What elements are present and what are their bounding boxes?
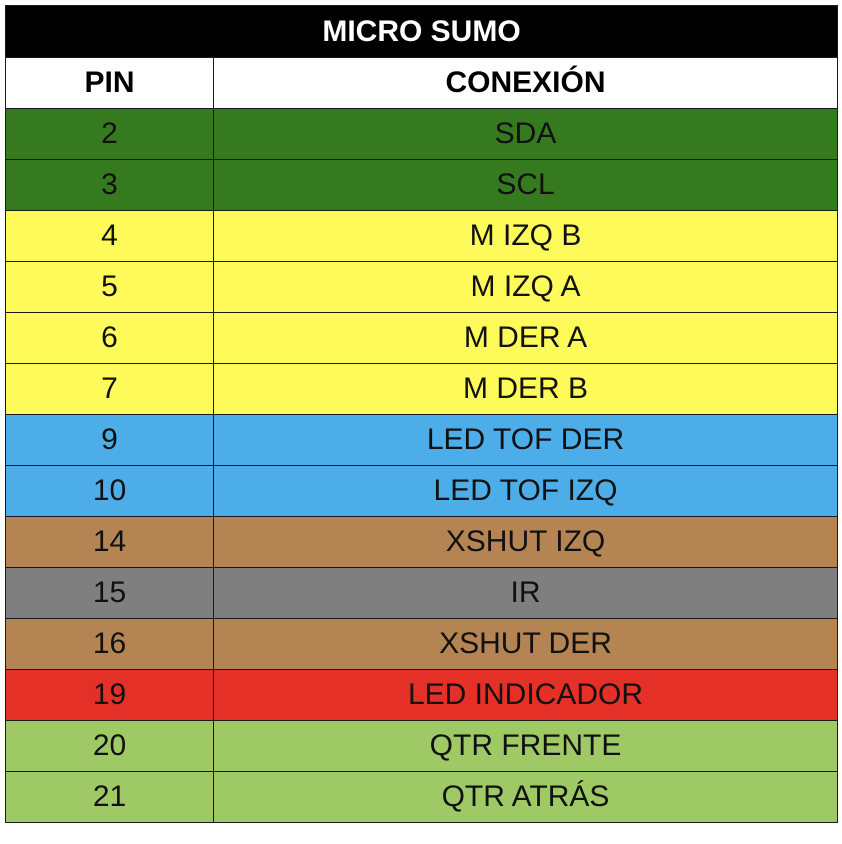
table-row: 3 SCL (5, 159, 839, 211)
pin-cell[interactable]: 6 (5, 312, 214, 364)
pin-cell[interactable]: 4 (5, 210, 214, 262)
connection-cell[interactable]: LED INDICADOR (212, 669, 839, 721)
connection-cell[interactable]: IR (212, 567, 839, 619)
connection-cell[interactable]: M DER B (212, 363, 839, 415)
connection-cell[interactable]: SDA (212, 108, 839, 160)
pin-cell[interactable]: 2 (5, 108, 214, 160)
table-row: 4M IZQ B (5, 210, 839, 262)
connection-cell[interactable]: XSHUT DER (212, 618, 839, 670)
table-row: 15 IR (5, 567, 839, 619)
pin-cell[interactable]: 7 (5, 363, 214, 415)
pin-cell[interactable]: 15 (5, 567, 214, 619)
pin-cell[interactable]: 19 (5, 669, 214, 721)
table-row: 20 QTR FRENTE (5, 720, 839, 772)
pin-cell[interactable]: 3 (5, 159, 214, 211)
connection-cell[interactable]: LED TOF DER (212, 414, 839, 466)
pin-cell[interactable]: 10 (5, 465, 214, 517)
connection-cell[interactable]: QTR FRENTE (212, 720, 839, 772)
pin-cell[interactable]: 21 (5, 771, 214, 823)
connection-cell[interactable]: M IZQ B (212, 210, 839, 262)
table-row: 10 LED TOF IZQ (5, 465, 839, 517)
connection-cell[interactable]: LED TOF IZQ (212, 465, 839, 517)
pin-connection-table: MICRO SUMO PIN CONEXIÓN 2 SDA 3 SCL 4 M IZQ B… (4, 5, 839, 823)
header-row: PIN CONEXIÓN (5, 57, 839, 109)
table-body: MICRO SUMO PIN CONEXIÓN 2 SDA 3 SCL 4 M IZQ B… (4, 5, 839, 823)
table-row: 21 QTR ATRÁS (5, 771, 839, 823)
header-pin[interactable]: PIN (5, 57, 214, 109)
connection-cell[interactable]: SCL (212, 159, 839, 211)
table-row: 2 SDA (5, 108, 839, 160)
table-row: 5M IZQ A (5, 261, 839, 313)
title-row: MICRO SUMO (4, 5, 839, 58)
connection-cell[interactable]: QTR ATRÁS (212, 771, 839, 823)
header-connection[interactable]: CONEXIÓN (212, 57, 839, 109)
pin-cell[interactable]: 14 (5, 516, 214, 568)
table-title[interactable]: MICRO SUMO (4, 5, 839, 58)
pin-cell[interactable]: 20 (5, 720, 214, 772)
table-row: 19 LED INDICADOR (5, 669, 839, 721)
pin-cell[interactable]: 16 (5, 618, 214, 670)
table-row: 6M DER A (5, 312, 839, 364)
table-row: 16 XSHUT DER (5, 618, 839, 670)
connection-cell[interactable]: XSHUT IZQ (212, 516, 839, 568)
connection-cell[interactable]: M DER A (212, 312, 839, 364)
table-row: 9 LED TOF DER (5, 414, 839, 466)
pin-cell[interactable]: 5 (5, 261, 214, 313)
connection-cell[interactable]: M IZQ A (212, 261, 839, 313)
table-row: 14 XSHUT IZQ (5, 516, 839, 568)
table-row: 7M DER B (5, 363, 839, 415)
pin-cell[interactable]: 9 (5, 414, 214, 466)
